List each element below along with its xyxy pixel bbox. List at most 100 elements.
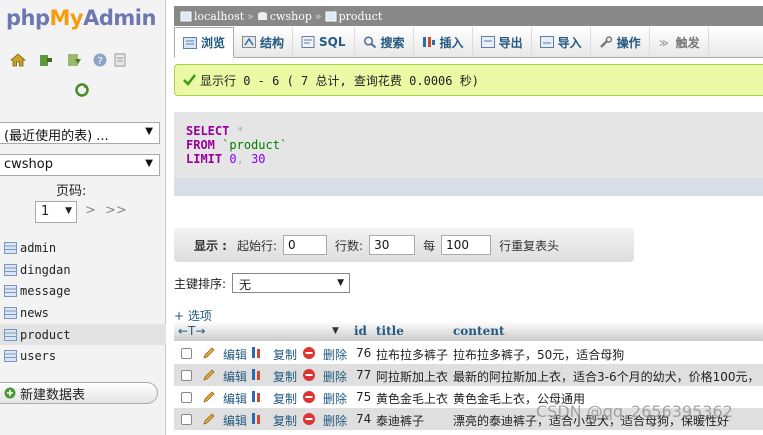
export-icon — [480, 36, 495, 48]
success-message: 显示行 0 - 6 ( 7 总计, 查询花费 0.0006 秒) — [174, 64, 763, 96]
server-icon — [180, 11, 192, 21]
exit-icon[interactable] — [38, 52, 54, 68]
chevron-down-icon: ▼ — [337, 278, 345, 288]
breadcrumb-table[interactable]: product — [339, 10, 383, 23]
column-header-content[interactable]: content — [453, 324, 504, 338]
database-icon — [257, 11, 267, 20]
row-count-input[interactable]: 30 — [369, 235, 416, 255]
tab-export[interactable]: 导出 — [473, 27, 532, 57]
cell-id: 76 — [356, 346, 372, 360]
column-arrows[interactable]: ←T→ — [178, 324, 205, 338]
column-header-title[interactable]: title — [376, 324, 404, 338]
breadcrumb-server[interactable]: localhost — [194, 10, 244, 23]
row-checkbox[interactable] — [181, 348, 192, 359]
query-window-icon[interactable] — [66, 52, 82, 68]
edit-link[interactable]: 编辑 — [223, 368, 247, 385]
cell-title: 阿拉斯加上衣 — [376, 370, 449, 384]
copy-link[interactable]: 复制 — [273, 368, 297, 385]
sort-by-key-row: 主键排序: 无 ▼ — [174, 273, 351, 293]
repeat-header-input[interactable]: 100 — [441, 235, 492, 255]
cell-id: 74 — [356, 412, 372, 426]
table-icon — [325, 11, 337, 21]
delete-link[interactable]: 删除 — [323, 412, 347, 429]
copy-link[interactable]: 复制 — [273, 346, 297, 363]
table-item-users[interactable]: users — [0, 345, 166, 367]
cell-id: 75 — [356, 390, 372, 404]
copy-icon — [252, 347, 260, 358]
reload-icon[interactable] — [74, 82, 90, 98]
table-icon — [4, 328, 17, 341]
tab-structure[interactable]: 结构 — [234, 27, 294, 57]
delete-link[interactable]: 删除 — [323, 390, 347, 407]
insert-icon — [422, 37, 435, 47]
help-icon[interactable]: ? — [92, 52, 108, 68]
cell-title: 黄色金毛上衣 — [376, 392, 449, 406]
table-row: 编辑 复制 删除 76 拉布拉多裤子 拉布拉多裤子，50元，适合母狗 — [174, 342, 763, 364]
nav-icon-row: ? — [8, 52, 158, 72]
table-item-dingdan[interactable]: dingdan — [0, 259, 166, 281]
navigation-form: 显示 : 起始行: 0 行数: 30 每 100 行重复表头 — [174, 228, 634, 262]
page-select[interactable]: 1 ▼ — [35, 201, 77, 223]
table-item-admin[interactable]: admin — [0, 237, 166, 259]
table-item-news[interactable]: news — [0, 302, 166, 324]
structure-icon — [242, 36, 257, 48]
breadcrumb: localhost » cwshop » product — [174, 6, 763, 26]
sort-down-icon[interactable]: ▼ — [332, 326, 339, 336]
table-icon — [4, 263, 17, 276]
tab-search[interactable]: 搜索 — [355, 27, 414, 57]
copy-icon — [252, 391, 260, 402]
tab-sql[interactable]: SQL — [293, 27, 355, 57]
sort-by-key-select[interactable]: 无 ▼ — [232, 273, 351, 293]
delete-icon — [303, 391, 315, 403]
table-item-message[interactable]: message — [0, 280, 166, 302]
copy-icon — [252, 413, 260, 424]
browse-icon — [183, 36, 197, 49]
sql-icon — [301, 36, 315, 48]
table-icon — [4, 350, 17, 363]
row-checkbox[interactable] — [181, 392, 192, 403]
table-item-product[interactable]: product — [0, 323, 166, 346]
edit-link[interactable]: 编辑 — [223, 346, 247, 363]
breadcrumb-database[interactable]: cwshop — [270, 10, 312, 23]
tab-operations[interactable]: 操作 — [591, 27, 650, 57]
copy-icon — [252, 369, 260, 380]
delete-link[interactable]: 删除 — [323, 368, 347, 385]
search-icon — [363, 36, 376, 48]
copy-link[interactable]: 复制 — [273, 390, 297, 407]
table-row: 编辑 复制 删除 77 阿拉斯加上衣 最新的阿拉斯加上衣，适合3-6个月的幼犬，… — [174, 364, 763, 386]
wrench-icon — [599, 36, 612, 48]
edit-link[interactable]: 编辑 — [223, 390, 247, 407]
recent-tables-select[interactable]: (最近使用的表) ... ▼ — [0, 122, 160, 144]
column-header-id[interactable]: id — [354, 324, 367, 338]
cell-id: 77 — [356, 368, 372, 382]
new-table-button[interactable]: 新建数据表 — [0, 382, 158, 404]
cell-content: 拉布拉多裤子，50元，适合母狗 — [453, 348, 625, 362]
docs-icon[interactable] — [112, 52, 128, 68]
tab-triggers[interactable]: ≫ 触发 — [650, 27, 709, 57]
check-icon — [183, 74, 196, 86]
table-icon — [4, 306, 17, 319]
delete-icon — [303, 347, 315, 359]
sql-query-box: SELECT * FROM `product` LIMIT 0, 30 — [174, 112, 763, 178]
phpmyadmin-logo[interactable]: phpMyAdmin — [6, 6, 156, 30]
tab-insert[interactable]: 插入 — [414, 27, 473, 57]
tab-browse[interactable]: 浏览 — [174, 27, 235, 58]
next-page-link[interactable]: > — [85, 203, 96, 218]
delete-link[interactable]: 删除 — [323, 346, 347, 363]
edit-link[interactable]: 编辑 — [223, 412, 247, 429]
delete-icon — [303, 413, 315, 425]
cell-title: 拉布拉多裤子 — [376, 348, 449, 362]
last-page-link[interactable]: >> — [105, 203, 127, 218]
row-checkbox[interactable] — [181, 370, 192, 381]
pencil-icon — [203, 391, 215, 403]
page-label: 页码: — [56, 184, 87, 199]
chevron-down-icon: ▼ — [145, 158, 153, 169]
database-select[interactable]: cwshop ▼ — [0, 154, 160, 176]
copy-link[interactable]: 复制 — [273, 412, 297, 429]
chevron-down-icon: ▼ — [65, 206, 72, 216]
start-row-input[interactable]: 0 — [283, 235, 328, 255]
home-icon[interactable] — [10, 52, 26, 68]
row-checkbox[interactable] — [181, 414, 192, 425]
tab-import[interactable]: 导入 — [532, 27, 591, 57]
table-icon — [4, 285, 17, 298]
